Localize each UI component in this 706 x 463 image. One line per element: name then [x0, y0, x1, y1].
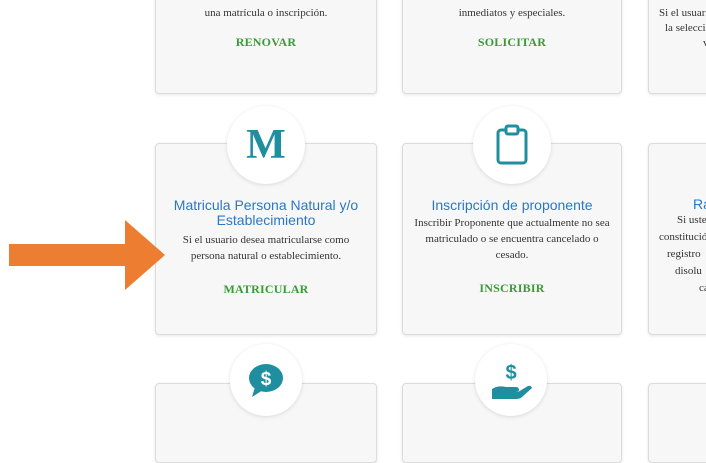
card-description: Inscribir Proponente que actualmente no … — [414, 217, 610, 261]
card-solicitar: inmediatos y especiales. SOLICITAR — [402, 0, 622, 94]
arrow-right-icon — [9, 220, 165, 290]
card-description: inmediatos y especiales. — [458, 7, 566, 19]
letter-m-icon: M — [227, 106, 305, 184]
clipboard-icon-svg — [496, 124, 528, 165]
description-line: ca — [699, 282, 706, 294]
card-title: Matricula Persona Natural y/o Establecim… — [173, 197, 359, 228]
letter-m-glyph: M — [246, 122, 286, 168]
description-line: Si el usuari — [659, 7, 706, 19]
dollar-hand-icon: $ — [475, 344, 547, 416]
card-description: Si usted constitució registro disolu ca — [649, 212, 706, 297]
card-description: Si el usuari la selecció ver — [659, 6, 706, 51]
card-title: Inscripción de proponente — [431, 197, 593, 213]
card-renovar: una matrícula o inscripción. RENOVAR — [155, 0, 377, 94]
svg-text:$: $ — [505, 362, 516, 384]
card-partial-right-top: Si el usuari la selecció ver — [648, 0, 706, 94]
solicitar-link[interactable]: SOLICITAR — [478, 35, 546, 49]
renovar-link[interactable]: RENOVAR — [236, 35, 297, 49]
description-line: la selecció — [665, 22, 706, 34]
money-speech-bubble-icon: $ — [230, 344, 302, 416]
card-partial-right-middle: Ra Si usted constitució registro disolu … — [648, 143, 706, 335]
card-bottom-right — [648, 383, 706, 463]
matricular-link[interactable]: MATRICULAR — [223, 282, 308, 296]
card-description: una matrícula o inscripción. — [204, 7, 328, 19]
description-line: Si usted — [677, 214, 706, 226]
card-description: Si el usuario desea matricularse como pe… — [182, 234, 350, 262]
inscribir-link[interactable]: INSCRIBIR — [479, 281, 544, 295]
card-title: Ra — [693, 196, 706, 212]
dollar-hand-svg: $ — [492, 362, 532, 399]
clipboard-icon — [473, 106, 551, 184]
description-line: constitució — [659, 231, 706, 243]
description-line: registro — [667, 248, 701, 260]
description-line: disolu — [675, 265, 702, 277]
money-speech-bubble-svg: $ — [249, 364, 283, 397]
svg-text:$: $ — [261, 369, 272, 390]
